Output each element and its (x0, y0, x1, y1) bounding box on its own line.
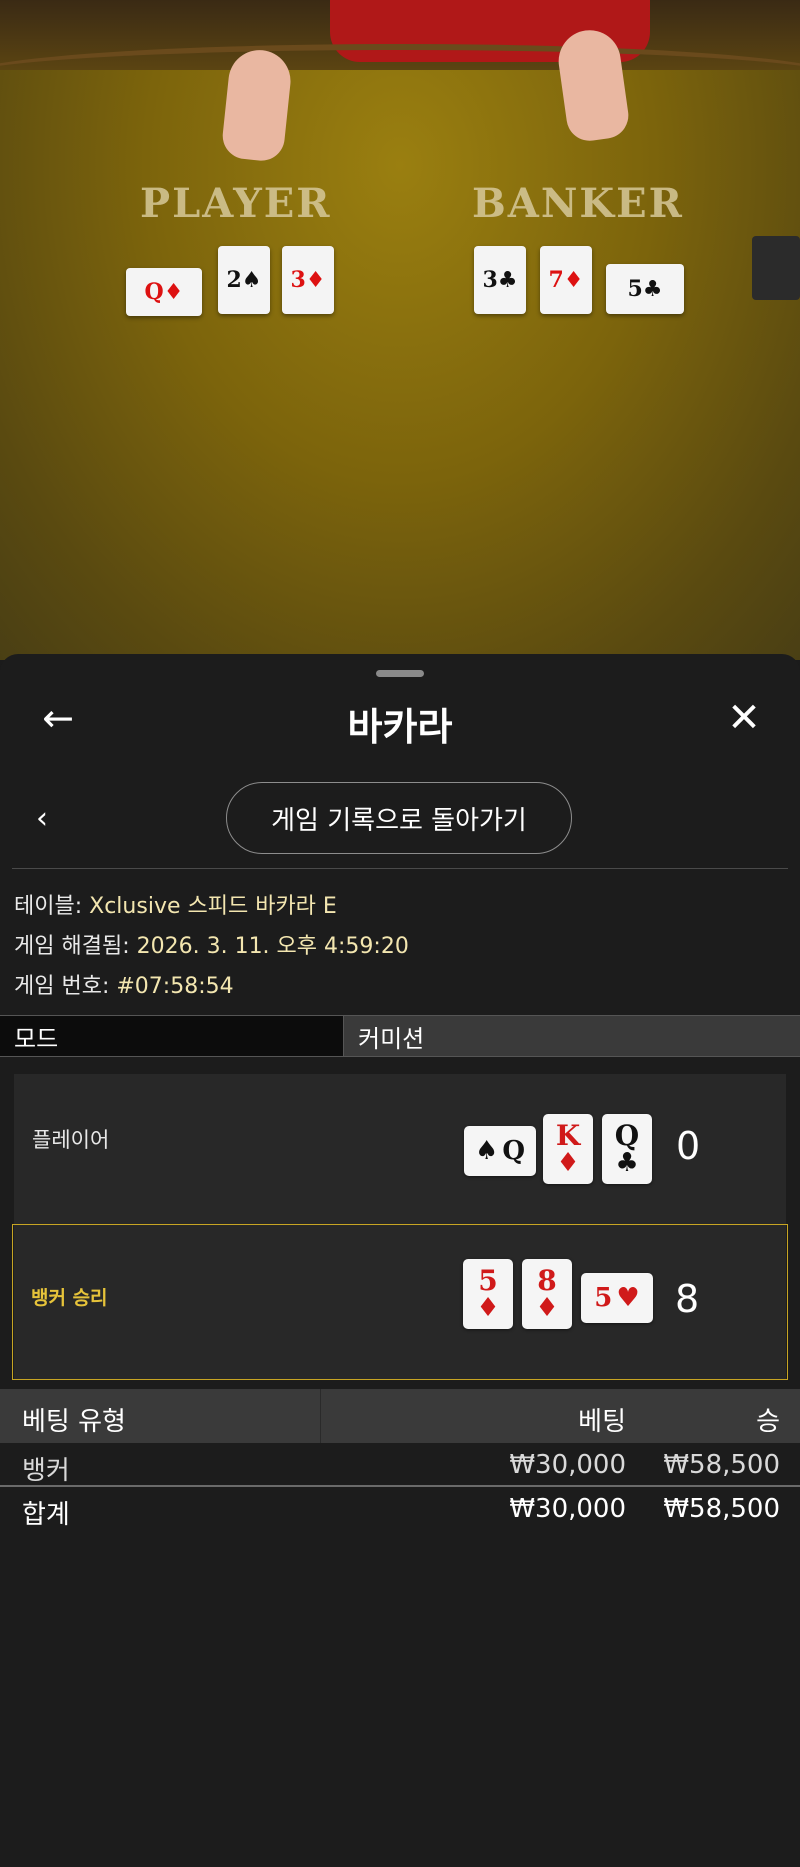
mode-value: 커미션 (344, 1016, 800, 1056)
game-number-info: 게임 번호: #07:58:54 (14, 968, 234, 1000)
close-button[interactable]: ✕ (720, 694, 768, 742)
table-banker-card-2: 7 ♦ (540, 246, 592, 314)
table-edge (0, 44, 800, 110)
resolved-info: 게임 해결됨: 2026. 3. 11. 오후 4:59:20 (14, 928, 409, 960)
table-info-value: Xclusive 스피드 바카라 E (89, 894, 337, 919)
live-video-feed: PLAYER BANKER Q ♦ 2 ♠ 3 ♦ 3 ♣ 7 ♦ 5 ♣ (0, 0, 800, 660)
column-bet: 베팅 (578, 1407, 626, 1437)
total-win: ₩58,500 (663, 1494, 780, 1524)
sheet-title: 바카라 (347, 705, 453, 749)
banker-card-3: 5 ♥ (581, 1273, 653, 1323)
result-panel: 플레이어 ♠ Q K ♦ Q ♣ 0 뱅커 승리 5 ♦ 8 ♦ 5 ♥ 8 (12, 1074, 788, 1380)
player-score: 0 (676, 1124, 701, 1168)
game-detail-sheet: ← 바카라 ✕ ‹ 게임 기록으로 돌아가기 테이블: Xclusive 스피드… (0, 654, 800, 1867)
table-player-card-3: 3 ♦ (282, 246, 334, 314)
banker-card-1: 5 ♦ (463, 1259, 513, 1329)
total-row: 합계 ₩30,000 ₩58,500 (0, 1490, 800, 1532)
bet-amount-cell: ₩30,000 (509, 1450, 626, 1480)
card-shoe (752, 236, 800, 300)
banker-result-row: 뱅커 승리 5 ♦ 8 ♦ 5 ♥ 8 (12, 1224, 788, 1380)
player-result-row: 플레이어 ♠ Q K ♦ Q ♣ 0 (14, 1074, 786, 1228)
mode-label: 모드 (0, 1016, 344, 1056)
total-label: 합계 (22, 1500, 70, 1530)
table-player-label: PLAYER (140, 180, 332, 227)
player-label: 플레이어 (32, 1128, 110, 1152)
previous-button[interactable]: ‹ (24, 800, 60, 836)
row-divider (0, 1485, 800, 1487)
player-card-3: Q ♣ (602, 1114, 652, 1184)
mode-row: 모드 커미션 (0, 1015, 800, 1057)
table-player-card-2: 2 ♠ (218, 246, 270, 314)
bet-type-cell: 뱅커 (22, 1456, 70, 1486)
table-player-card-1: Q ♦ (126, 268, 202, 316)
sheet-grabber[interactable] (376, 670, 424, 677)
player-card-1: ♠ Q (464, 1126, 536, 1176)
game-number-label: 게임 번호: (14, 974, 110, 999)
table-info-label: 테이블: (14, 894, 83, 919)
divider (12, 868, 788, 869)
table-row: 뱅커 ₩30,000 ₩58,500 (0, 1446, 800, 1488)
column-separator (320, 1389, 321, 1443)
column-win: 승 (756, 1407, 780, 1437)
banker-win-label: 뱅커 승리 (31, 1287, 108, 1309)
close-icon: ✕ (727, 695, 761, 741)
table-banker-card-3: 5 ♣ (606, 264, 684, 314)
win-amount-cell: ₩58,500 (663, 1450, 780, 1480)
table-info: 테이블: Xclusive 스피드 바카라 E (14, 888, 337, 920)
game-number-value: #07:58:54 (116, 974, 234, 999)
table-banker-card-1: 3 ♣ (474, 246, 526, 314)
resolved-info-value: 2026. 3. 11. 오후 4:59:20 (136, 934, 409, 959)
back-to-history-button[interactable]: 게임 기록으로 돌아가기 (226, 782, 572, 854)
player-card-2: K ♦ (543, 1114, 593, 1184)
total-bet: ₩30,000 (509, 1494, 626, 1524)
bets-table-header: 베팅 유형 베팅 승 (0, 1389, 800, 1443)
chevron-left-icon: ‹ (36, 800, 48, 836)
banker-score: 8 (675, 1277, 700, 1321)
table-banker-label: BANKER (472, 180, 684, 227)
column-bet-type: 베팅 유형 (22, 1407, 126, 1437)
resolved-info-label: 게임 해결됨: (14, 934, 130, 959)
banker-card-2: 8 ♦ (522, 1259, 572, 1329)
